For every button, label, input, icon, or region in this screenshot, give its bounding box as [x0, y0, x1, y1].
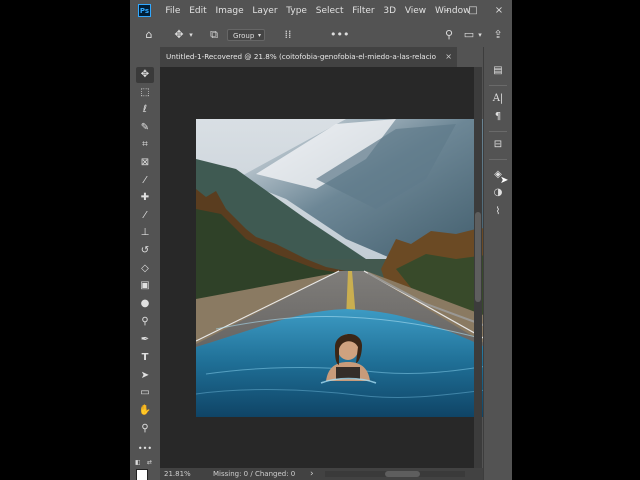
- default-colors-icon[interactable]: ◧: [135, 459, 143, 467]
- swap-colors-icon[interactable]: ⇄: [147, 459, 155, 467]
- vertical-scrollbar[interactable]: [474, 67, 482, 468]
- channels-icon[interactable]: ◑: [488, 185, 508, 201]
- menu-3d[interactable]: 3D: [379, 0, 400, 22]
- pen-tool-icon[interactable]: ✒: [136, 332, 154, 348]
- brush-tool-icon[interactable]: ⁄: [136, 208, 154, 224]
- document-tab[interactable]: Untitled-1-Recovered @ 21.8% (coitofobia…: [160, 47, 457, 67]
- chevron-right-icon[interactable]: ›: [310, 468, 314, 480]
- close-document-button[interactable]: ×: [445, 47, 452, 67]
- zoom-level[interactable]: 21.81%: [164, 468, 191, 480]
- document-tab-bar: Untitled-1-Recovered @ 21.8% (coitofobia…: [160, 47, 474, 67]
- search-icon[interactable]: ⚲: [442, 24, 456, 46]
- quick-select-tool-icon[interactable]: ✎: [136, 120, 154, 136]
- panel-dock: ▤ A| ¶ ⊟ ◈ ◑ ⌇ ➤: [483, 47, 512, 480]
- move-tool-icon[interactable]: ✥: [136, 67, 154, 83]
- eraser-tool-icon[interactable]: ◇: [136, 261, 154, 277]
- more-icon[interactable]: •••: [330, 24, 349, 46]
- menu-bar: Ps File Edit Image Layer Type Select Fil…: [130, 0, 512, 22]
- divider: [489, 159, 507, 160]
- photo-artwork: [196, 119, 494, 417]
- healing-brush-tool-icon[interactable]: ✚: [136, 190, 154, 206]
- menu-edit[interactable]: Edit: [185, 0, 211, 22]
- marquee-tool-icon[interactable]: ⬚: [136, 85, 154, 101]
- document-image[interactable]: [196, 119, 494, 417]
- properties-icon[interactable]: ⊟: [488, 137, 508, 153]
- share-icon[interactable]: ⇪: [490, 24, 506, 46]
- edit-toolbar-icon[interactable]: •••: [136, 441, 154, 457]
- tools-panel: ✥ ⬚ ℓ ✎ ⌗ ⊠ ⁄ ✚ ⁄ ⊥ ↺ ◇ ▣ ● ⚲ ✒ T ➤ ▭ ✋ …: [134, 63, 156, 480]
- crop-tool-icon[interactable]: ⌗: [136, 137, 154, 153]
- eyedropper-tool-icon[interactable]: ⁄: [136, 173, 154, 189]
- chevron-down-icon: ▾: [257, 32, 261, 39]
- mouse-cursor-icon: ➤: [500, 175, 509, 186]
- menu-file[interactable]: File: [161, 0, 185, 22]
- menu-select[interactable]: Select: [311, 0, 348, 22]
- menu-filter[interactable]: Filter: [348, 0, 379, 22]
- align-icon[interactable]: ⁞⁞: [280, 24, 296, 46]
- history-brush-tool-icon[interactable]: ↺: [136, 243, 154, 259]
- chevron-down-icon[interactable]: ▾: [476, 24, 484, 46]
- close-window-button[interactable]: ×: [486, 0, 512, 22]
- divider: [489, 85, 507, 86]
- home-icon[interactable]: ⌂: [140, 24, 158, 46]
- clone-stamp-tool-icon[interactable]: ⊥: [136, 225, 154, 241]
- blur-tool-icon[interactable]: ●: [136, 296, 154, 312]
- libraries-icon[interactable]: ▤: [488, 63, 508, 79]
- lasso-tool-icon[interactable]: ℓ: [136, 102, 154, 118]
- menu-image[interactable]: Image: [211, 0, 248, 22]
- gradient-tool-icon[interactable]: ▣: [136, 278, 154, 294]
- layer-stack-icon[interactable]: ⧉: [206, 24, 222, 46]
- photoshop-window: Ps File Edit Image Layer Type Select Fil…: [130, 0, 512, 480]
- divider: [489, 131, 507, 132]
- minimize-button[interactable]: –: [434, 0, 460, 22]
- workspace-icon[interactable]: ▭: [462, 24, 476, 46]
- type-tool-icon[interactable]: T: [136, 350, 154, 366]
- paragraph-icon[interactable]: ¶: [488, 109, 508, 125]
- auto-select-value: Group: [233, 32, 255, 40]
- menu-list: File Edit Image Layer Type Select Filter…: [161, 0, 475, 22]
- paths-icon[interactable]: ⌇: [488, 204, 508, 220]
- document-info: Missing: 0 / Changed: 0: [213, 470, 296, 478]
- status-bar: 21.81% Missing: 0 / Changed: 0 ›: [160, 468, 512, 480]
- rectangle-tool-icon[interactable]: ▭: [136, 385, 154, 401]
- frame-tool-icon[interactable]: ⊠: [136, 155, 154, 171]
- document-title: Untitled-1-Recovered @ 21.8% (coitofobia…: [166, 52, 436, 61]
- path-select-tool-icon[interactable]: ➤: [136, 368, 154, 384]
- vertical-scrollbar-thumb[interactable]: [475, 212, 481, 302]
- maximize-button[interactable]: □: [460, 0, 486, 22]
- window-controls: – □ ×: [434, 0, 512, 22]
- menu-view[interactable]: View: [400, 0, 430, 22]
- zoom-tool-icon[interactable]: ⚲: [136, 421, 154, 437]
- hand-tool-icon[interactable]: ✋: [136, 403, 154, 419]
- options-bar: ⌂ ✥ ▾ ⧉ Group ▾ ⁞⁞ ••• ⚲ ▭ ▾ ⇪: [130, 24, 512, 46]
- horizontal-scrollbar-thumb[interactable]: [385, 471, 420, 477]
- photoshop-logo-icon: Ps: [138, 4, 151, 17]
- auto-select-dropdown[interactable]: Group ▾: [227, 29, 265, 41]
- menu-layer[interactable]: Layer: [248, 0, 282, 22]
- dodge-tool-icon[interactable]: ⚲: [136, 314, 154, 330]
- horizontal-scrollbar[interactable]: [325, 471, 465, 477]
- character-icon[interactable]: A|: [488, 91, 508, 107]
- canvas-area[interactable]: [160, 67, 494, 468]
- foreground-color-swatch[interactable]: [136, 469, 148, 480]
- chevron-down-icon[interactable]: ▾: [186, 24, 196, 46]
- menu-type[interactable]: Type: [282, 0, 311, 22]
